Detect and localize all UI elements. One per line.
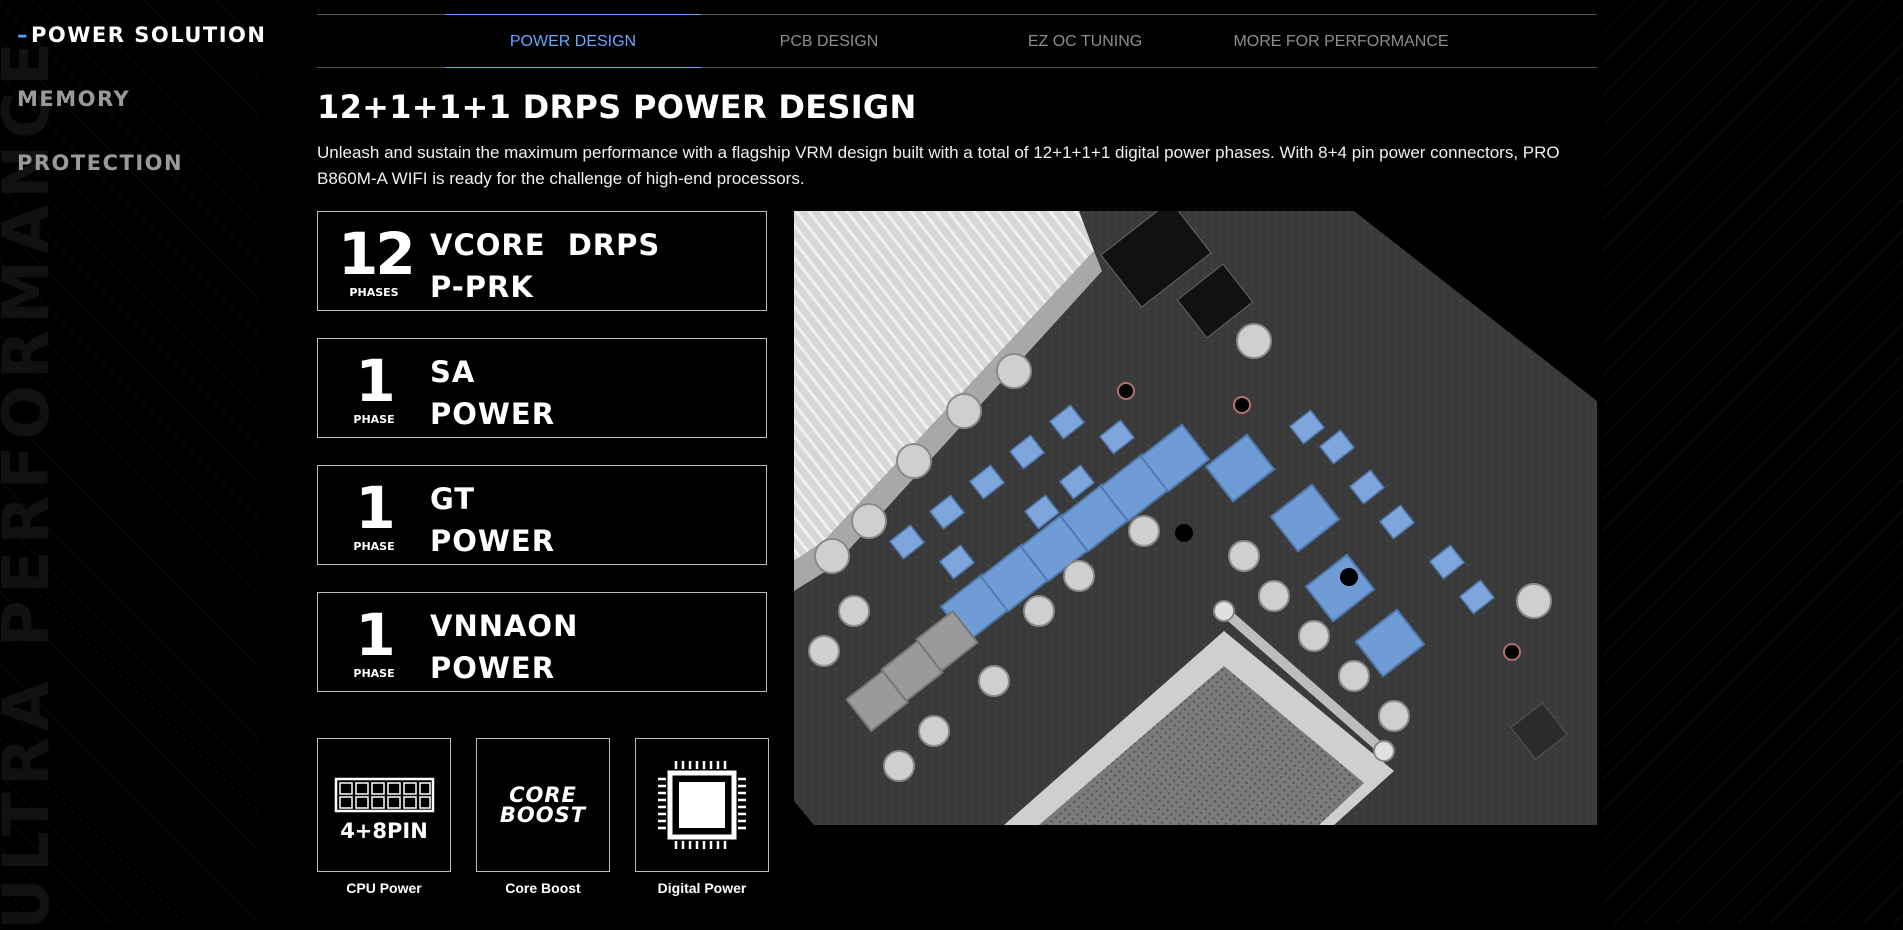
phase-box-gt: 1 PHASE GT POWER [317, 465, 767, 565]
motherboard-illustration [794, 211, 1597, 825]
feature-caption: CPU Power [346, 880, 422, 896]
page-title: 12+1+1+1 DRPS POWER DESIGN [317, 88, 917, 126]
tab-more-for-performance[interactable]: MORE FOR PERFORMANCE [1213, 15, 1469, 67]
phase-label: GT POWER [430, 482, 556, 558]
phase-label: VNNAON POWER [430, 609, 579, 685]
nav-item-memory[interactable]: MEMORY [17, 84, 266, 148]
feature-cpu-power: 4+8PIN [317, 738, 451, 872]
phase-count: 1 [355, 347, 395, 415]
pin-label: 4+8PIN [340, 819, 428, 843]
phase-label: VCORE DRPS P-PRK [430, 228, 661, 304]
phase-box-vcore: 12 PHASES VCORE DRPS P-PRK [317, 211, 767, 311]
phase-box-sa: 1 PHASE SA POWER [317, 338, 767, 438]
phase-unit: PHASES [349, 286, 399, 299]
nav-item-power-solution[interactable]: –POWER SOLUTION [17, 20, 266, 84]
core-boost-text-1: CORE [509, 783, 577, 807]
tab-power-design[interactable]: POWER DESIGN [445, 14, 701, 68]
phase-unit: PHASE [353, 540, 395, 553]
phase-box-vnnaon: 1 PHASE VNNAON POWER [317, 592, 767, 692]
section-nav: –POWER SOLUTION MEMORY PROTECTION [17, 20, 266, 212]
phase-count: 1 [355, 601, 395, 669]
chip-icon [658, 761, 746, 849]
phase-unit: PHASE [353, 667, 395, 680]
phase-count: 12 [338, 220, 416, 288]
phase-label: SA POWER [430, 355, 556, 431]
feature-caption: Core Boost [505, 880, 581, 896]
motherboard-vrm-image [794, 211, 1597, 825]
nav-label: MEMORY [17, 87, 131, 111]
feature-caption: Digital Power [657, 880, 747, 896]
power-connector-icon [334, 777, 435, 813]
feature-digital-power [635, 738, 769, 872]
phase-count: 1 [355, 474, 395, 542]
core-boost-icon: CORE BOOST [477, 783, 609, 827]
core-boost-text-2: BOOST [499, 803, 587, 827]
phase-unit: PHASE [353, 413, 395, 426]
nav-label: POWER SOLUTION [31, 23, 267, 47]
tab-ez-oc-tuning[interactable]: EZ OC TUNING [957, 15, 1213, 67]
tab-pcb-design[interactable]: PCB DESIGN [701, 15, 957, 67]
background-pattern-right [1603, 0, 1903, 924]
active-marker: – [17, 23, 29, 47]
tab-bar: POWER DESIGN PCB DESIGN EZ OC TUNING MOR… [317, 14, 1597, 68]
feature-core-boost: CORE BOOST [476, 738, 610, 872]
nav-label: PROTECTION [17, 151, 184, 175]
page-description: Unleash and sustain the maximum performa… [317, 143, 1560, 188]
nav-item-protection[interactable]: PROTECTION [17, 148, 266, 212]
